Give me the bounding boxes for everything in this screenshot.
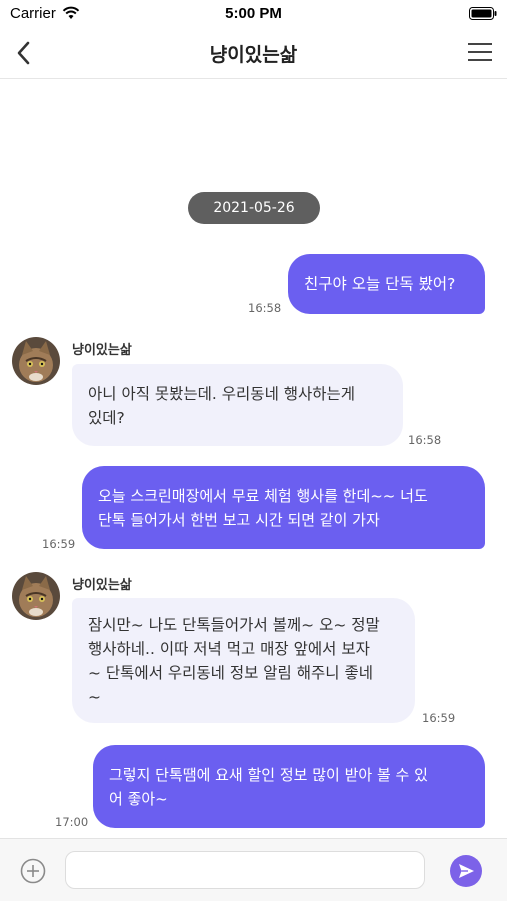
outgoing-message[interactable]: 오늘 스크린매장에서 무료 체험 행사를 한데~~ 너도 단톡 들어가서 한번 …: [82, 466, 485, 549]
incoming-message[interactable]: 잠시만~ 나도 단톡들어가서 볼께~ 오~ 정말 행사하네.. 이따 저녁 먹고…: [72, 598, 415, 723]
message-line: ~: [88, 688, 101, 706]
outgoing-message[interactable]: 그렇지 단톡땜에 요새 할인 정보 많이 받아 볼 수 있 어 좋아~: [93, 745, 485, 828]
message-line: 행사하네.. 이따 저녁 먹고 매장 앞에서 보자: [88, 640, 370, 658]
message-time: 17:00: [55, 815, 89, 829]
send-button[interactable]: [450, 855, 482, 887]
send-icon: [459, 864, 474, 878]
status-bar: Carrier 5:00 PM: [0, 0, 507, 28]
avatar[interactable]: [12, 572, 60, 620]
message-line: 잠시만~ 나도 단톡들어가서 볼께~ 오~ 정말: [88, 616, 380, 634]
navigation-bar: 냥이있는삶: [0, 28, 507, 79]
cat-avatar-image: [12, 572, 60, 620]
message-line: 어 좋아~: [109, 790, 168, 808]
avatar[interactable]: [12, 337, 60, 385]
battery-icon: [469, 7, 497, 20]
date-divider: 2021-05-26: [188, 192, 320, 224]
message-line: 있데?: [88, 409, 125, 427]
page-title: 냥이있는삶: [209, 44, 298, 66]
message-composer: [0, 838, 507, 901]
sender-name: 냥이있는삶: [72, 578, 132, 593]
cat-avatar-image: [12, 337, 60, 385]
sender-name: 냥이있는삶: [72, 343, 132, 358]
message-line: 아니 아직 못봤는데. 우리동네 행사하는게: [88, 385, 356, 403]
incoming-message[interactable]: 아니 아직 못봤는데. 우리동네 행사하는게 있데?: [72, 364, 403, 446]
message-time: 16:58: [248, 301, 282, 315]
outgoing-message[interactable]: 친구야 오늘 단독 봤어?: [288, 254, 485, 314]
hamburger-menu-icon[interactable]: [467, 40, 493, 64]
message-time: 16:58: [408, 433, 442, 447]
message-line: ~ 단톡에서 우리동네 정보 알림 해주니 좋네: [88, 664, 373, 682]
message-input[interactable]: [65, 851, 425, 889]
message-time: 16:59: [422, 711, 456, 725]
status-time: 5:00 PM: [225, 5, 282, 22]
message-line: 그렇지 단톡땜에 요새 할인 정보 많이 받아 볼 수 있: [109, 766, 428, 784]
message-text: 친구야 오늘 단독 봤어?: [304, 275, 456, 293]
message-line: 오늘 스크린매장에서 무료 체험 행사를 한데~~ 너도: [98, 487, 428, 505]
plus-circle-icon[interactable]: [20, 858, 46, 884]
message-time: 16:59: [42, 537, 76, 551]
message-line: 단톡 들어가서 한번 보고 시간 되면 같이 가자: [98, 511, 380, 529]
